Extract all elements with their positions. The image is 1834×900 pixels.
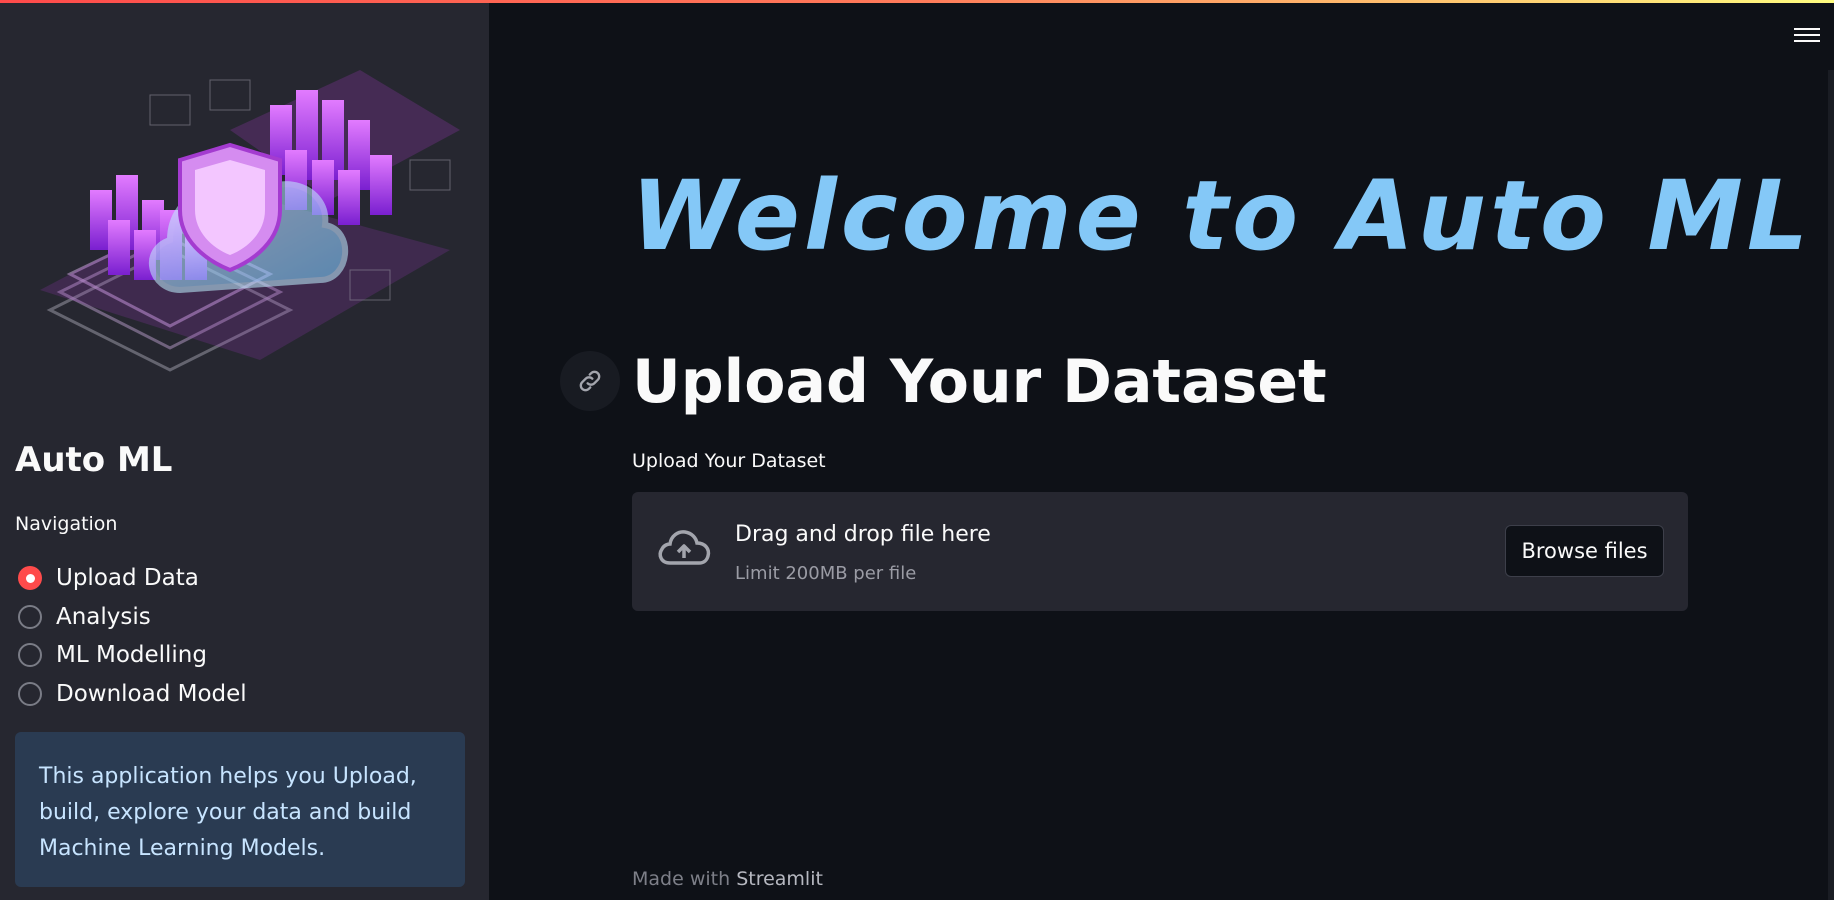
nav-option-upload-data[interactable]: Upload Data: [18, 559, 247, 598]
browse-files-button[interactable]: Browse files: [1505, 525, 1664, 577]
nav-option-ml-modelling[interactable]: ML Modelling: [18, 636, 247, 675]
nav-option-label: Analysis: [56, 603, 151, 630]
cloud-upload-icon: [658, 530, 711, 565]
footer: Made with Streamlit: [632, 868, 823, 890]
navigation-label: Navigation: [15, 513, 118, 535]
nav-option-download-model[interactable]: Download Model: [18, 675, 247, 714]
info-text: This application helps you Upload, build…: [39, 764, 417, 861]
main-content: Welcome to Auto ML Upload Your Dataset U…: [489, 0, 1834, 900]
sidebar: Auto ML Navigation Upload Data Analysis …: [0, 0, 489, 900]
nav-option-label: Upload Data: [56, 565, 199, 592]
radio-unselected-icon[interactable]: [18, 681, 42, 706]
nav-option-label: ML Modelling: [56, 642, 207, 669]
radio-unselected-icon[interactable]: [18, 604, 42, 629]
radio-unselected-icon[interactable]: [18, 643, 42, 668]
streamlit-link[interactable]: Streamlit: [736, 868, 823, 890]
nav-option-analysis[interactable]: Analysis: [18, 598, 247, 637]
dropzone-limit-text: Limit 200MB per file: [735, 563, 917, 584]
sidebar-app-title: Auto ML: [15, 440, 173, 480]
footer-prefix: Made with: [632, 868, 731, 890]
link-icon[interactable]: [560, 351, 620, 411]
hamburger-menu-icon[interactable]: [1794, 24, 1820, 46]
welcome-heading: Welcome to Auto ML: [631, 160, 1813, 272]
file-dropzone[interactable]: Drag and drop file here Limit 200MB per …: [632, 492, 1688, 611]
top-decoration-bar: [0, 0, 1834, 3]
sidebar-hero-illustration: [40, 70, 460, 372]
radio-selected-icon[interactable]: [18, 566, 42, 591]
dropzone-title: Drag and drop file here: [735, 522, 991, 547]
file-uploader-label: Upload Your Dataset: [632, 450, 826, 472]
nav-option-label: Download Model: [56, 680, 247, 707]
section-title: Upload Your Dataset: [632, 347, 1327, 417]
sidebar-info-box: This application helps you Upload, build…: [15, 732, 465, 887]
navigation-radio-group: Upload Data Analysis ML Modelling Downlo…: [18, 559, 247, 713]
scrollbar[interactable]: [1828, 70, 1834, 900]
